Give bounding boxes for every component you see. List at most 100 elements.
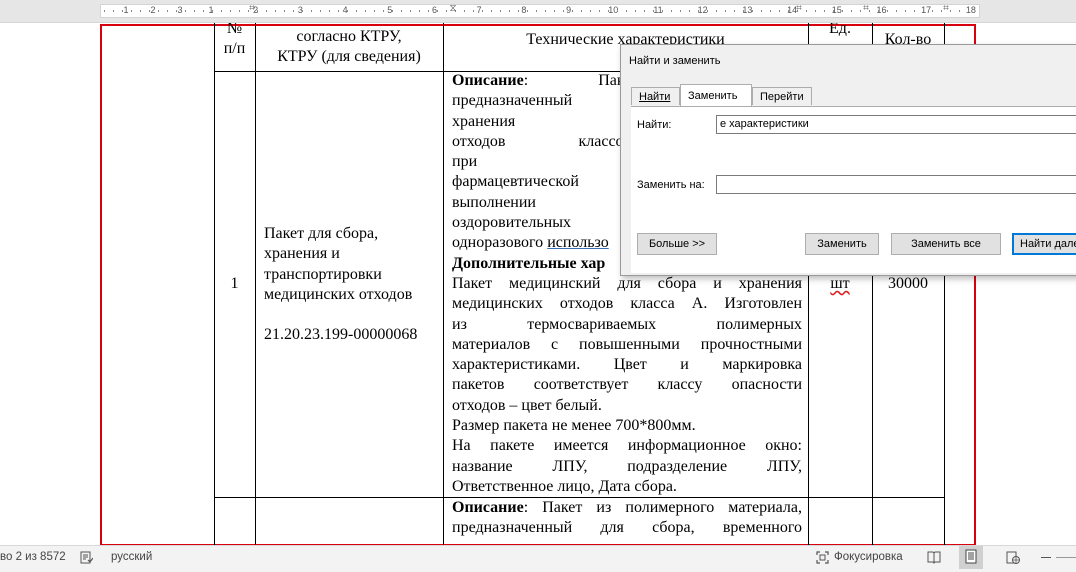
row1-code: 21.20.23.199-00000068 xyxy=(264,326,418,343)
ruler-tick xyxy=(842,10,843,12)
ruler-tick xyxy=(392,10,393,12)
row1-qty: 30000 xyxy=(888,275,928,292)
ruler-tick xyxy=(653,10,654,12)
ruler-tick xyxy=(860,10,861,12)
tab-find-label: Найти xyxy=(639,91,671,103)
ruler-tick xyxy=(500,10,501,12)
status-bar: во 2 из 8572 русский Фокусировка xyxy=(0,545,1076,572)
ruler-number: 2 xyxy=(150,5,156,15)
ruler-tick xyxy=(743,10,744,12)
ruler-tick xyxy=(185,10,186,12)
ruler-tick xyxy=(815,10,816,12)
horizontal-ruler[interactable]: 1 2 3 1 2 3 4 5 6 7 8 9 10 11 12 13 14 15 16 17 18 ⌗ ⧖ ⌗ ⌗ ⌗ xyxy=(0,0,1076,23)
zoom-slider[interactable] xyxy=(1056,557,1076,558)
ruler-tick xyxy=(554,10,555,12)
ruler-tick xyxy=(959,10,960,12)
ruler-tick xyxy=(221,10,222,12)
find-input[interactable]: е характеристики xyxy=(716,115,1076,134)
ruler-marker[interactable]: ⌗ xyxy=(249,3,255,14)
row1-unit-text: шт xyxy=(830,275,850,292)
ruler-tick xyxy=(230,10,231,12)
ruler-tick xyxy=(581,10,582,12)
ruler-marker[interactable]: ⌗ xyxy=(943,3,949,14)
ruler-tick xyxy=(950,10,951,12)
ruler-tick xyxy=(464,10,465,12)
ruler-tick xyxy=(968,10,969,12)
ruler-tick xyxy=(923,10,924,12)
row1-add-line3: материалов с повышенными прочностными xyxy=(452,335,802,353)
find-replace-dialog[interactable]: Найти и заменить Найти Заменить Перейти … xyxy=(620,44,1076,276)
ruler-tick xyxy=(410,10,411,12)
ruler-tick xyxy=(518,10,519,12)
tab-replace[interactable]: Заменить xyxy=(680,84,752,106)
dialog-title: Найти и заменить xyxy=(629,55,721,67)
ruler-number: 7 xyxy=(476,5,482,15)
replace-button[interactable]: Заменить xyxy=(805,233,879,255)
row1-add-line6: отходов – цвет белый. xyxy=(452,396,602,414)
ruler-tick xyxy=(509,10,510,12)
ruler-tick xyxy=(374,10,375,12)
ruler-tick xyxy=(527,10,528,12)
ruler-tick xyxy=(536,10,537,12)
row2-desc-line0: : Пакет из полимерного материала, xyxy=(523,499,802,516)
tab-goto[interactable]: Перейти xyxy=(752,87,812,105)
ruler-tick xyxy=(932,10,933,12)
ruler-tick xyxy=(752,10,753,12)
ruler-tick xyxy=(482,10,483,12)
ruler-tick xyxy=(716,10,717,12)
ruler-tick xyxy=(356,10,357,12)
ruler-marker[interactable]: ⌗ xyxy=(796,3,802,14)
ruler-marker[interactable]: ⌗ xyxy=(863,3,869,14)
ruler-tick xyxy=(698,10,699,12)
ruler-tick xyxy=(590,10,591,12)
row1-name: Пакет для сбора, хранения и транспортиро… xyxy=(264,225,413,303)
ruler-tick xyxy=(428,10,429,12)
replace-input[interactable] xyxy=(716,175,1076,194)
row2-desc-line: Описание: Пакет из полимерного материала… xyxy=(452,498,802,518)
tab-find[interactable]: Найти xyxy=(631,87,680,105)
row1-add-line10: Ответственное лицо, Дата сбора. xyxy=(452,477,677,495)
proofing-icon[interactable] xyxy=(80,551,94,564)
web-layout-icon[interactable] xyxy=(1006,550,1021,565)
ruler-tick xyxy=(662,10,663,12)
ruler-tick xyxy=(599,10,600,12)
ruler-tick xyxy=(887,10,888,12)
ruler-tick xyxy=(905,10,906,12)
ruler-tick xyxy=(293,10,294,12)
language-indicator[interactable]: русский xyxy=(111,551,152,563)
ruler-tick xyxy=(824,10,825,12)
row1-desc-line8-text: одноразового xyxy=(452,234,548,252)
tab-goto-label: Перейти xyxy=(760,91,804,103)
row2-description: Описание: Пакет из полимерного материала… xyxy=(452,498,802,539)
ruler-tick xyxy=(176,10,177,12)
table-column-line xyxy=(255,23,256,545)
replace-all-button[interactable]: Заменить все xyxy=(891,233,1001,255)
zoom-out-icon[interactable] xyxy=(1041,557,1051,558)
find-next-button[interactable]: Найти дале xyxy=(1012,233,1076,255)
print-layout-icon[interactable] xyxy=(959,546,983,569)
find-label: Найти: xyxy=(637,119,672,131)
more-button[interactable]: Больше >> xyxy=(637,233,717,255)
row1-add-line8: На пакете имеется информационное окно: xyxy=(452,437,802,455)
ruler-marker[interactable]: ⧖ xyxy=(449,3,456,14)
ruler-tick xyxy=(419,10,420,12)
ruler-tick xyxy=(572,10,573,12)
ruler-tick xyxy=(104,10,105,12)
ruler-tick xyxy=(131,10,132,12)
focus-button[interactable]: Фокусировка xyxy=(834,551,903,563)
ruler-tick xyxy=(212,10,213,12)
ruler-tick xyxy=(320,10,321,12)
ruler-tick xyxy=(617,10,618,12)
ruler-tick xyxy=(671,10,672,12)
read-mode-icon[interactable] xyxy=(927,550,941,564)
ruler-tick xyxy=(239,10,240,12)
ruler-bar xyxy=(100,4,980,18)
ruler-tick xyxy=(113,10,114,12)
ruler-tick xyxy=(284,10,285,12)
ruler-tick xyxy=(257,10,258,12)
ruler-tick xyxy=(788,10,789,12)
page-count[interactable]: во 2 из 8572 xyxy=(0,551,66,563)
ruler-tick xyxy=(437,10,438,12)
ruler-tick xyxy=(626,10,627,12)
row1-desc-label: Описание xyxy=(452,72,524,89)
